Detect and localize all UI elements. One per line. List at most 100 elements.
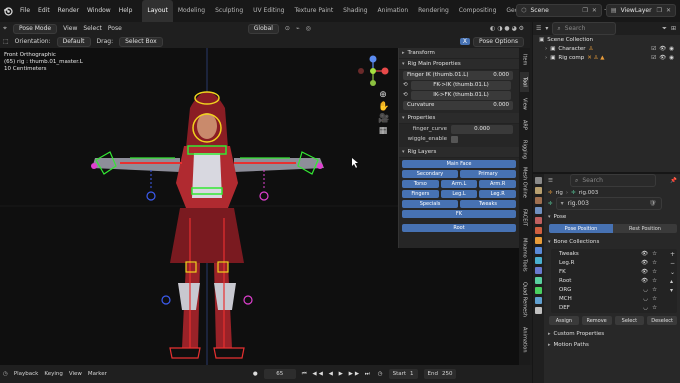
finger-ik-field[interactable]: Finger IK (thumb.01.L) 0.000: [403, 70, 513, 80]
close-icon[interactable]: ✕: [592, 7, 597, 14]
properties-search-input[interactable]: ⌕ Search: [569, 174, 656, 187]
layer-root-button[interactable]: Root: [402, 224, 516, 232]
star-icon[interactable]: ☆: [652, 305, 657, 311]
rig-main-section-header[interactable]: ▾ Rig Main Properties: [399, 59, 519, 70]
armature-data-icon[interactable]: [535, 277, 542, 284]
pose-options-dropdown[interactable]: Pose Options: [473, 36, 524, 47]
record-icon[interactable]: ●: [253, 371, 258, 377]
expand-arrow-icon[interactable]: ›: [545, 46, 547, 52]
transform-orientation-dropdown[interactable]: Global: [247, 23, 279, 34]
star-icon[interactable]: ☆: [652, 287, 657, 293]
remove-button[interactable]: Remove: [581, 316, 612, 325]
checkbox-icon[interactable]: ☑: [651, 55, 656, 61]
star-icon[interactable]: ☆: [652, 278, 657, 284]
start-frame-field[interactable]: Start 1: [388, 369, 418, 379]
tab-layout[interactable]: Layout: [142, 0, 173, 22]
pose-position-button[interactable]: Pose Position: [549, 224, 613, 233]
layer-arm-r-button[interactable]: Arm.R: [479, 180, 516, 188]
rest-position-button[interactable]: Rest Position: [613, 224, 677, 233]
fake-user-icon[interactable]: 🛡: [649, 200, 657, 207]
object-props-icon[interactable]: [535, 237, 542, 244]
list-item[interactable]: ORG ◡ ☆: [551, 285, 677, 294]
x-mirror-button[interactable]: X: [459, 38, 471, 45]
zoom-icon[interactable]: ⊕: [378, 90, 388, 100]
3d-viewport[interactable]: Front Orthographic (65) rig : thumb.01_m…: [0, 48, 398, 365]
outliner-editor-icon[interactable]: ☰: [536, 25, 541, 32]
rig-layers-section-header[interactable]: ▾ Rig Layers: [399, 147, 519, 158]
scene-props-icon[interactable]: [535, 217, 542, 224]
curvature-field[interactable]: Curvature 0.000: [403, 100, 513, 110]
layer-leg-r-button[interactable]: Leg.R: [479, 190, 516, 198]
eye-closed-icon[interactable]: ◡: [643, 287, 648, 293]
menu-window[interactable]: Window: [83, 0, 115, 22]
menu-pose[interactable]: Pose: [108, 25, 122, 32]
menu-select[interactable]: Select: [83, 25, 102, 32]
tab-rendering[interactable]: Rendering: [413, 0, 454, 22]
tool-props-icon[interactable]: [535, 177, 542, 184]
move-down-icon[interactable]: ▾: [670, 287, 675, 294]
assign-button[interactable]: Assign: [549, 316, 579, 325]
layer-specials-button[interactable]: Specials: [402, 200, 458, 208]
star-icon[interactable]: ☆: [652, 260, 657, 266]
vtab-item[interactable]: Item: [520, 50, 529, 70]
eye-icon[interactable]: 👁: [641, 269, 648, 275]
end-frame-field[interactable]: End 250: [423, 369, 457, 379]
viewlayer-selector[interactable]: ▤ ViewLayer ❐ ✕: [605, 4, 676, 17]
tab-shading[interactable]: Shading: [338, 0, 372, 22]
eye-icon[interactable]: 👁: [641, 260, 648, 266]
layer-main-face-button[interactable]: Main Face: [402, 160, 516, 168]
bone-collections-section-header[interactable]: ▾ Bone Collections: [545, 236, 680, 247]
menu-edit[interactable]: Edit: [34, 0, 54, 22]
menu-keying[interactable]: Keying: [44, 371, 62, 377]
outliner-search-input[interactable]: ⌕ Search: [552, 22, 617, 35]
bone-constraint-icon[interactable]: [535, 297, 542, 304]
texture-props-icon[interactable]: [535, 307, 542, 314]
layer-arm-l-button[interactable]: Arm.L: [440, 180, 478, 188]
expand-arrow-icon[interactable]: ›: [545, 55, 547, 61]
star-icon[interactable]: ☆: [652, 269, 657, 275]
camera-icon[interactable]: ◉: [669, 46, 674, 52]
layer-torso-button[interactable]: Torso: [402, 180, 439, 188]
add-icon[interactable]: +: [670, 251, 675, 258]
list-item[interactable]: FK 👁 ☆: [551, 267, 677, 276]
list-item[interactable]: Root 👁 ☆: [551, 276, 677, 285]
properties-section-header[interactable]: ▾ Properties: [399, 113, 519, 124]
layer-tweaks-button[interactable]: Tweaks: [460, 200, 516, 208]
overlay-icons[interactable]: ◐ ◑ ● ◕ ⚙: [490, 25, 524, 32]
menu-render[interactable]: Render: [54, 0, 83, 22]
star-icon[interactable]: ☆: [652, 251, 657, 257]
move-up-icon[interactable]: ▴: [670, 278, 675, 285]
pin-icon[interactable]: 📌: [670, 178, 680, 184]
properties-editor-icon[interactable]: ☰: [548, 178, 553, 184]
layer-fk-button[interactable]: FK: [402, 210, 516, 218]
copy-icon[interactable]: ❐: [582, 7, 587, 14]
menu-view[interactable]: View: [69, 371, 82, 377]
vtab-mixamo-tools[interactable]: Mixamo Tools: [520, 234, 529, 276]
eye-icon[interactable]: 👁: [641, 251, 648, 257]
eye-icon[interactable]: 👁: [659, 46, 666, 52]
modifier-props-icon[interactable]: [535, 247, 542, 254]
pan-hand-icon[interactable]: ✋: [378, 102, 389, 112]
layer-leg-l-button[interactable]: Leg.L: [440, 190, 478, 198]
list-item[interactable]: Leg.R 👁 ☆: [551, 258, 677, 267]
drag-dropdown[interactable]: Select Box: [119, 36, 163, 47]
vtab-arp[interactable]: ARP: [520, 116, 529, 134]
constraint-props-icon[interactable]: [535, 267, 542, 274]
copy-icon[interactable]: ❐: [657, 7, 662, 14]
outliner-scene-collection[interactable]: ▣ Scene Collection: [533, 35, 680, 44]
menu-view[interactable]: View: [63, 25, 77, 32]
eye-closed-icon[interactable]: ◡: [643, 296, 648, 302]
wiggle-checkbox[interactable]: [451, 135, 458, 143]
new-collection-icon[interactable]: ⊞: [671, 25, 680, 32]
orientation-dropdown[interactable]: Default: [56, 36, 91, 47]
vtab-view[interactable]: View: [520, 94, 529, 114]
tab-modeling[interactable]: Modeling: [173, 0, 210, 22]
blender-logo-icon[interactable]: [3, 6, 13, 16]
render-props-icon[interactable]: [535, 187, 542, 194]
menu-playback[interactable]: Playback: [14, 371, 39, 377]
display-mode-icon[interactable]: ▾: [545, 25, 548, 32]
list-item[interactable]: MCH ◡ ☆: [551, 294, 677, 303]
checkbox-icon[interactable]: ☑: [651, 46, 656, 52]
proportional-icon[interactable]: ◎: [306, 25, 311, 32]
menu-file[interactable]: File: [16, 0, 34, 22]
